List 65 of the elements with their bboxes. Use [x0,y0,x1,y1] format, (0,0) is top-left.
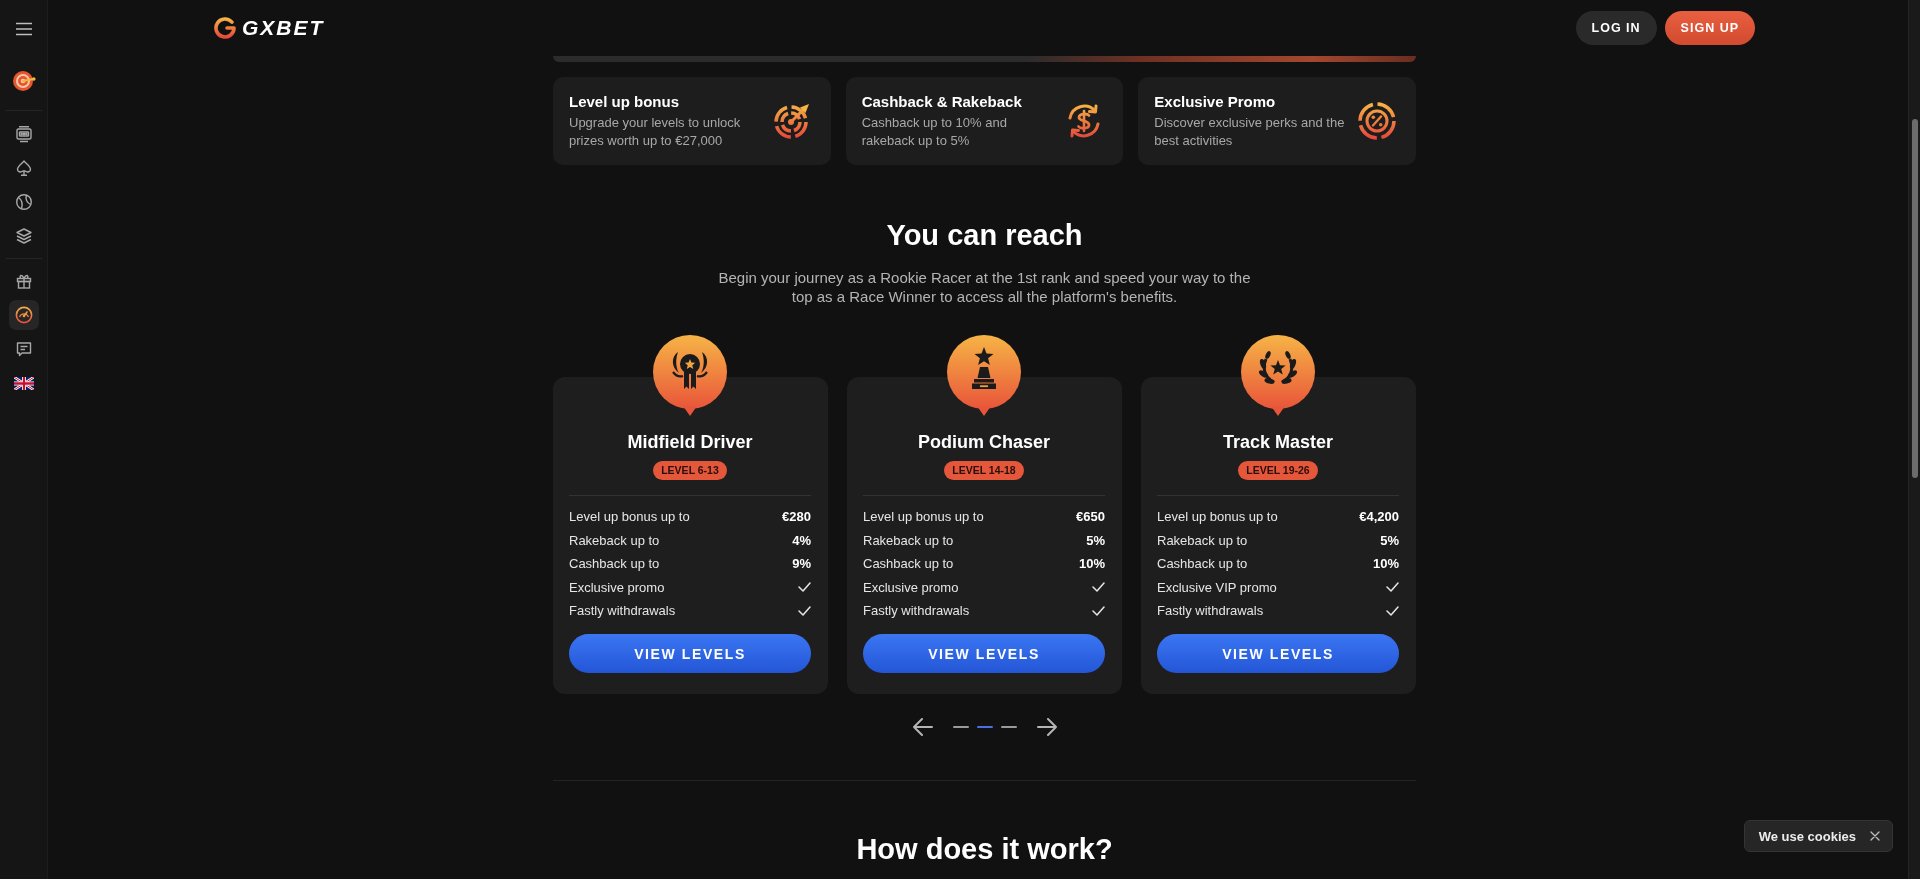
sidebar-item[interactable] [8,300,39,330]
feature-title: Exclusive Promo [1154,92,1277,112]
perk-label: Rakeback up to [569,532,660,548]
logo-text[interactable]: GXBET [242,16,325,40]
level-pill: LEVEL 19-26 [1238,461,1318,480]
perk-value: 5% [1380,532,1399,548]
perk-value: €4,200 [1359,509,1399,525]
perk-label: Rakeback up to [1157,532,1248,548]
slot-machine-icon[interactable] [14,125,33,143]
cookie-text: We use cookies [1758,828,1856,844]
spade-icon[interactable] [14,159,33,177]
perk-value: 9% [792,556,811,572]
view-levels-button[interactable]: VIEW LEVELS [1157,634,1399,673]
perk-label: Cashback up to [569,556,660,572]
login-button[interactable]: LOG IN [1575,11,1657,45]
percent-icon [1357,101,1397,141]
flag-icon[interactable] [13,376,34,390]
perk-label: Level up bonus up to [863,509,984,525]
ball-icon[interactable] [14,193,33,211]
close-icon[interactable] [1870,831,1880,841]
gift-icon[interactable] [14,272,33,290]
perk-label: Level up bonus up to [1157,509,1278,525]
perk-value: €650 [1076,509,1105,525]
pagination-dash[interactable] [1000,726,1017,728]
perk-label: Cashback up to [863,556,954,572]
level-title: Midfield Driver [627,431,753,453]
arrow-right-icon[interactable] [1035,718,1058,736]
arrow-left-icon[interactable] [911,718,934,736]
perk-label: Level up bonus up to [569,509,690,525]
scrollbar-thumb[interactable] [1911,119,1918,478]
perk-value: 10% [1372,556,1399,572]
feature-description: Upgrade your levels to unlock prizes worth up to €27,000 [569,114,742,150]
level-pill: LEVEL 14-18 [944,461,1024,480]
perk-value: 5% [1086,532,1105,548]
perk-value: €280 [782,509,811,525]
perk-label: Exclusive VIP promo [1157,579,1277,595]
perk-label: Exclusive promo [569,579,665,595]
section-subtitle: Begin your journey as a Rookie Racer at the 1st rank and speed your way to the top as a Race Winner to access all the platform's benefits. [717,268,1252,306]
level-pill: LEVEL 6-13 [653,461,727,480]
feature-description: Cashback up to 10% and rakeback up to 5% [861,114,1008,150]
feature-title: Cashback & Rakeback [861,92,1023,112]
perk-value: 4% [792,532,811,548]
pagination-dash[interactable] [976,726,993,728]
perk-label: Fastly withdrawals [569,603,676,619]
feature-description: Discover exclusive perks and the best activities [1154,114,1346,150]
section-title: How does it work? [856,832,1113,867]
perk-label: Fastly withdrawals [1157,603,1264,619]
section-title: You can reach [886,218,1083,253]
pagination-dash[interactable] [952,726,969,728]
level-title: Track Master [1222,431,1334,453]
speedometer-icon[interactable] [14,306,33,324]
layers-icon[interactable] [14,227,33,245]
perk-value: 10% [1078,556,1105,572]
perk-label: Cashback up to [1157,556,1248,572]
perk-label: Exclusive promo [863,579,959,595]
target-arrow-icon [771,101,812,141]
level-title: Podium Chaser [918,431,1050,453]
signup-button[interactable]: SIGN UP [1664,11,1755,45]
view-levels-button[interactable]: VIEW LEVELS [569,634,811,673]
logo-icon[interactable] [213,16,237,40]
feature-title: Level up bonus [569,92,680,112]
perk-label: Fastly withdrawals [863,603,970,619]
chat-icon[interactable] [14,340,33,358]
perk-label: Rakeback up to [863,532,954,548]
view-levels-button[interactable]: VIEW LEVELS [863,634,1105,673]
